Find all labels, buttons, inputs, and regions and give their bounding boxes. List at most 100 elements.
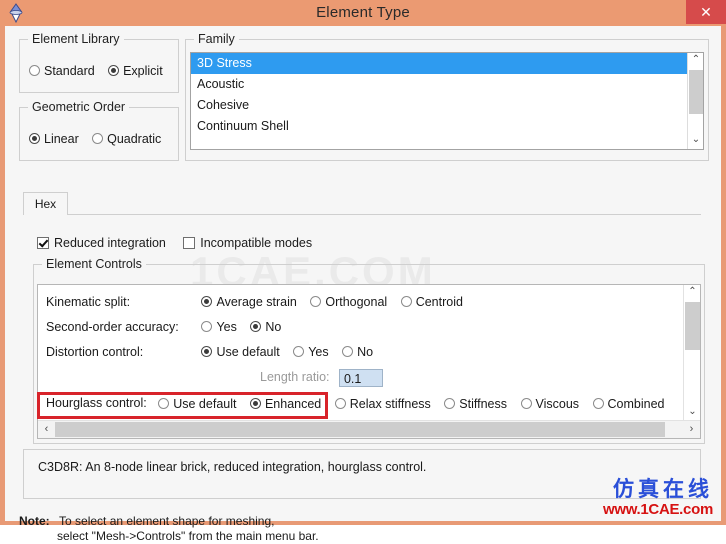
ctrl-scroll-down-icon[interactable]: ⌄ [684, 405, 700, 421]
radio-geometric-order-quadratic[interactable]: Quadratic [92, 132, 161, 146]
radio-dot-linear [29, 133, 40, 145]
radio-distortion-no[interactable]: No [342, 345, 373, 359]
radio-distortion-yes[interactable]: Yes [293, 344, 329, 359]
scroll-up-icon[interactable]: ⌃ [688, 53, 703, 69]
list-item[interactable]: 3D Stress [191, 53, 703, 74]
family-legend: Family [194, 32, 239, 46]
element-library-legend: Element Library [28, 32, 124, 46]
radio-dot-hourglass-viscous [520, 398, 532, 410]
radio-dot-hourglass-use-default [158, 398, 170, 410]
geometric-order-group: Geometric Order Linear Quadratic [19, 100, 179, 161]
element-description-text: C3D8R: An 8-node linear brick, reduced i… [38, 460, 427, 474]
list-item[interactable]: Continuum Shell [191, 116, 703, 137]
radio-hourglass-stiffness[interactable]: Stiffness [444, 397, 507, 411]
radio-distortion-use-default[interactable]: Use default [201, 344, 280, 359]
radio-hourglass-relax-stiffness[interactable]: Relax stiffness [334, 397, 431, 411]
label-second-order-accuracy: Second-order accuracy: [46, 319, 179, 334]
title-bar: Element Type ✕ [0, 0, 726, 26]
row-distortion-control: Distortion control: Use default Yes No [46, 344, 383, 359]
label-length-ratio: Length ratio: [260, 370, 330, 385]
integration-options-row: Reduced integration Incompatible modes [37, 235, 326, 250]
radio-kinematic-centroid[interactable]: Centroid [400, 295, 463, 309]
scroll-down-icon[interactable]: ⌄ [688, 133, 703, 149]
radio-hourglass-viscous[interactable]: Viscous [520, 397, 579, 411]
radio-label-distortion-yes: Yes [308, 344, 329, 359]
element-controls-horizontal-scrollbar[interactable]: ‹ › [38, 420, 700, 438]
radio-label-second-order-yes: Yes [216, 319, 237, 334]
tab-strip: Hex [23, 192, 701, 215]
row-length-ratio: Length ratio: 0.1 [260, 369, 383, 387]
radio-element-library-explicit[interactable]: Explicit [108, 64, 163, 78]
radio-dot-hourglass-enhanced [249, 398, 261, 410]
close-button[interactable]: ✕ [686, 0, 726, 24]
watermark-url-text: www.1CAE.com [602, 501, 713, 518]
checkbox-label-reduced-integration: Reduced integration [54, 235, 166, 250]
radio-dot-distortion-yes [293, 346, 305, 358]
radio-label-explicit: Explicit [123, 63, 163, 78]
label-distortion-control: Distortion control: [46, 344, 144, 359]
radio-dot-hourglass-stiffness [444, 398, 456, 410]
radio-label-standard: Standard [44, 63, 95, 78]
family-scrollbar[interactable]: ⌃ ⌄ [687, 53, 703, 149]
radio-dot-quadratic [92, 133, 104, 145]
ctrl-scroll-up-icon[interactable]: ⌃ [684, 285, 700, 301]
element-controls-vertical-scrollbar[interactable]: ⌃ ⌄ [683, 285, 700, 421]
note-label: Note: [19, 514, 50, 528]
radio-label-average-strain: Average strain [216, 294, 297, 309]
radio-second-order-no[interactable]: No [250, 320, 281, 334]
radio-dot-centroid [400, 296, 412, 308]
radio-label-hourglass-use-default: Use default [173, 396, 237, 411]
radio-label-distortion-no: No [357, 344, 374, 359]
label-hourglass-control: Hourglass control: [46, 396, 147, 410]
radio-kinematic-average-strain[interactable]: Average strain [201, 294, 297, 309]
row-kinematic-split: Kinematic split: Average strain Orthogon… [46, 294, 473, 309]
radio-element-library-standard[interactable]: Standard [29, 64, 95, 78]
label-kinematic-split: Kinematic split: [46, 294, 131, 309]
family-scroll-thumb[interactable] [689, 70, 703, 114]
element-controls-scroll-area: Kinematic split: Average strain Orthogon… [37, 284, 701, 439]
checkbox-box-reduced-integration [37, 236, 49, 249]
element-library-group: Element Library Standard Explicit [19, 32, 179, 93]
radio-label-linear: Linear [44, 131, 79, 146]
radio-hourglass-combined[interactable]: Combined [592, 396, 665, 411]
family-listbox[interactable]: 3D Stress Acoustic Cohesive Continuum Sh… [190, 52, 704, 150]
window-title: Element Type [316, 4, 410, 21]
family-group: Family 3D Stress Acoustic Cohesive Conti… [185, 32, 709, 161]
radio-dot-distortion-no [342, 346, 354, 358]
tab-hex[interactable]: Hex [23, 192, 68, 215]
list-item[interactable]: Cohesive [191, 95, 703, 116]
radio-label-hourglass-stiffness: Stiffness [459, 396, 508, 411]
radio-dot-second-order-no [250, 321, 262, 333]
radio-label-quadratic: Quadratic [107, 131, 162, 146]
checkbox-box-incompatible-modes [183, 236, 196, 249]
radio-kinematic-orthogonal[interactable]: Orthogonal [310, 295, 387, 309]
ctrl-horizontal-scroll-thumb[interactable] [55, 422, 665, 437]
ctrl-scroll-left-icon[interactable]: ‹ [38, 421, 55, 438]
note-line-1: To select an element shape for meshing, [59, 514, 275, 528]
radio-label-second-order-no: No [265, 319, 282, 334]
ctrl-vertical-scroll-thumb[interactable] [685, 302, 700, 350]
radio-geometric-order-linear[interactable]: Linear [29, 132, 79, 146]
radio-dot-average-strain [201, 296, 213, 308]
radio-label-distortion-use-default: Use default [216, 344, 280, 359]
radio-dot-hourglass-combined [592, 398, 604, 410]
radio-second-order-yes[interactable]: Yes [201, 319, 237, 334]
radio-dot-hourglass-relax-stiffness [334, 398, 346, 410]
dialog-client-area: 1CAE.COM Element Library Standard Explic… [5, 26, 721, 543]
list-item[interactable]: Acoustic [191, 74, 703, 95]
radio-dot-orthogonal [310, 296, 322, 308]
element-type-dialog: Element Type ✕ 1CAE.COM Element Library … [0, 0, 726, 543]
row-hourglass-control: Hourglass control: Use default Enhanced … [46, 396, 675, 411]
element-description-box: C3D8R: An 8-node linear brick, reduced i… [23, 449, 701, 499]
ctrl-scroll-right-icon[interactable]: › [683, 421, 700, 438]
radio-label-hourglass-combined: Combined [607, 396, 665, 411]
checkbox-incompatible-modes[interactable]: Incompatible modes [183, 236, 312, 250]
length-ratio-input[interactable]: 0.1 [338, 369, 383, 387]
radio-hourglass-enhanced[interactable]: Enhanced [249, 396, 322, 411]
radio-label-hourglass-enhanced: Enhanced [264, 396, 322, 411]
checkbox-label-incompatible-modes: Incompatible modes [200, 235, 313, 250]
note-block: Note: To select an element shape for mes… [19, 514, 319, 544]
checkbox-reduced-integration[interactable]: Reduced integration [37, 236, 166, 250]
radio-dot-distortion-use-default [201, 346, 213, 358]
radio-hourglass-use-default[interactable]: Use default [158, 397, 236, 411]
